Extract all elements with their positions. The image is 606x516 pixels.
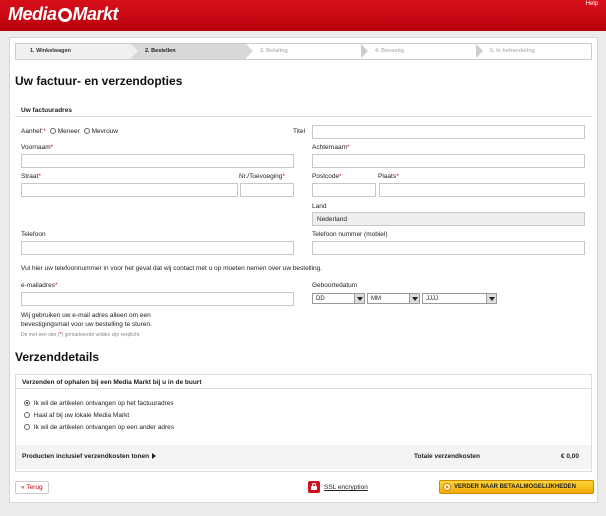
street-input[interactable] <box>21 183 238 197</box>
radio-meneer-label[interactable]: Meneer <box>58 128 80 135</box>
shipping-option-1-label[interactable]: Haal af bij uw lokale Media Markt <box>34 412 129 419</box>
radio-shipping-other-address[interactable] <box>24 424 30 430</box>
email-note-line1: Wij gebruiken uw e-mail adres alleen om … <box>21 312 151 319</box>
step-winkelwagen[interactable]: 1. Winkelwagen <box>16 44 138 59</box>
shipping-option-0-label[interactable]: Ik wil de artikelen ontvangen op het fac… <box>34 400 174 407</box>
shipping-option-1[interactable]: Haal af bij uw lokale Media Markt <box>22 412 129 419</box>
title-input[interactable] <box>312 125 585 139</box>
media-markt-logo[interactable]: Media Markt <box>8 4 119 25</box>
email-label-wrap: e-mailadres* <box>21 282 58 289</box>
email-input[interactable] <box>21 292 294 306</box>
housenr-label-wrap: Nr./Toevoeging* <box>239 173 285 180</box>
next-payment-label: VERDER NAAR BETAALMOGELIJKHEDEN <box>454 484 576 490</box>
birth-year-select[interactable]: JJJJ <box>422 293 497 304</box>
housenr-label: Nr./Toevoeging <box>239 173 283 180</box>
street-label: Straat <box>21 173 39 180</box>
radio-shipping-factuuradres[interactable] <box>24 400 30 406</box>
step-bevestig: 4. Bevestig <box>361 44 483 59</box>
shipping-option-2-label[interactable]: Ik wil de artikelen ontvangen op een and… <box>34 424 174 431</box>
shipping-box: Verzenden of ophalen bij een Media Markt… <box>15 374 592 472</box>
total-shipping-value: € 0,00 <box>560 453 579 460</box>
page-title: Uw factuur- en verzendopties <box>15 74 183 88</box>
street-label-wrap: Straat* <box>21 173 41 180</box>
mobile-input[interactable] <box>312 241 585 255</box>
email-note: Wij gebruiken uw e-mail adres alleen om … <box>21 311 152 329</box>
checkout-steps: 1. Winkelwagen 2. Bestellen 3. Betaling … <box>15 43 592 60</box>
shipping-heading: Verzenden of ophalen bij een Media Markt… <box>16 375 591 389</box>
shipping-option-2[interactable]: Ik wil de artikelen ontvangen op een and… <box>22 424 174 431</box>
country-label: Land <box>312 203 327 210</box>
postcode-label: Postcode <box>312 173 340 180</box>
firstname-label-wrap: Voornaam* <box>21 144 54 151</box>
salutation-label: Aanhef: <box>21 128 44 135</box>
lock-icon <box>308 481 320 493</box>
ssl-link[interactable]: SSL encryption <box>308 481 368 493</box>
city-input[interactable] <box>379 183 585 197</box>
triangle-right-icon[interactable] <box>152 453 157 459</box>
birth-year-value: JJJJ <box>426 296 438 302</box>
step-bestellen: 2. Bestellen <box>131 44 253 59</box>
radio-meneer[interactable] <box>49 128 56 134</box>
arrow-right-circle-icon <box>443 483 451 491</box>
phone-note: Vul hier uw telefoonnummer in voor het g… <box>21 265 323 272</box>
total-shipping-label: Totale verzendkosten <box>414 453 480 460</box>
salutation-group: Aanhef:* Meneer Mevrouw <box>21 128 118 135</box>
radio-mevrouw[interactable] <box>83 128 90 134</box>
birthdate-label: Geboortedatum <box>312 282 358 289</box>
required-note: De met een ster (*) gemarkeerde velden z… <box>21 332 139 338</box>
checkout-card: 1. Winkelwagen 2. Bestellen 3. Betaling … <box>9 37 598 503</box>
back-button[interactable]: « Terug <box>15 481 49 494</box>
site-header: Media Markt Help <box>0 0 606 31</box>
phone-input[interactable] <box>21 241 294 255</box>
lastname-label-wrap: Achternaam* <box>312 144 350 151</box>
postcode-input[interactable] <box>312 183 376 197</box>
products-toggle-label[interactable]: Producten inclusief verzendkosten tonen <box>22 453 149 460</box>
required-note-post: ) gemarkeerde velden zijn verplicht <box>61 332 140 338</box>
step-betaling: 3. Betaling <box>246 44 368 59</box>
title-label: Titel <box>293 128 306 135</box>
birth-day-value: DD <box>316 296 325 302</box>
products-toggle[interactable]: Producten inclusief verzendkosten tonen <box>22 453 157 460</box>
step-in-behandeling: 5. In behandeling <box>490 48 535 54</box>
mobile-label: Telefoon nummer (mobiel) <box>312 231 388 238</box>
billing-heading: Uw factuuradres <box>15 103 592 117</box>
firstname-input[interactable] <box>21 154 294 168</box>
birth-month-value: MM <box>371 296 381 302</box>
shipping-footer: Producten inclusief verzendkosten tonen … <box>16 445 591 469</box>
next-payment-button[interactable]: VERDER NAAR BETAALMOGELIJKHEDEN <box>439 480 594 494</box>
lastname-input[interactable] <box>312 154 585 168</box>
radio-mevrouw-label[interactable]: Mevrouw <box>92 128 118 135</box>
country-field: Nederland <box>312 212 585 226</box>
birth-month-select[interactable]: MM <box>367 293 420 304</box>
logo-ball-icon <box>57 8 72 22</box>
help-link[interactable]: Help <box>586 1 598 7</box>
ssl-label[interactable]: SSL encryption <box>324 484 368 491</box>
chevron-down-icon <box>486 294 496 303</box>
chevron-down-icon <box>354 294 364 303</box>
phone-label: Telefoon <box>21 231 46 238</box>
firstname-label: Voornaam <box>21 144 51 151</box>
postcode-label-wrap: Postcode* <box>312 173 342 180</box>
shipping-option-0[interactable]: Ik wil de artikelen ontvangen op het fac… <box>22 400 174 407</box>
chevron-down-icon <box>409 294 419 303</box>
city-label: Plaats <box>378 173 397 180</box>
email-label: e-mailadres <box>21 282 55 289</box>
lastname-label: Achternaam <box>312 144 348 151</box>
shipping-title: Verzenddetails <box>15 350 100 364</box>
radio-shipping-pickup[interactable] <box>24 412 30 418</box>
required-note-pre: De met een ster ( <box>21 332 60 338</box>
birth-day-select[interactable]: DD <box>312 293 365 304</box>
city-label-wrap: Plaats* <box>378 173 399 180</box>
housenr-input[interactable] <box>240 183 294 197</box>
email-note-line2: bevestigingsmail voor uw bestelling te s… <box>21 321 152 328</box>
